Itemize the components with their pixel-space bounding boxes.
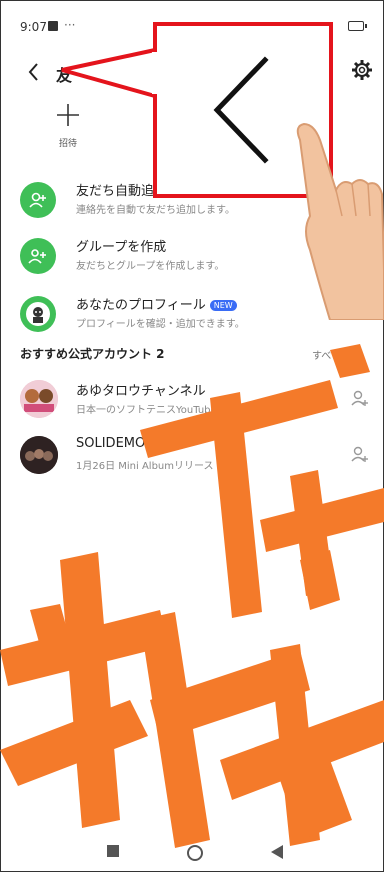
pointing-hand-icon xyxy=(296,122,384,320)
